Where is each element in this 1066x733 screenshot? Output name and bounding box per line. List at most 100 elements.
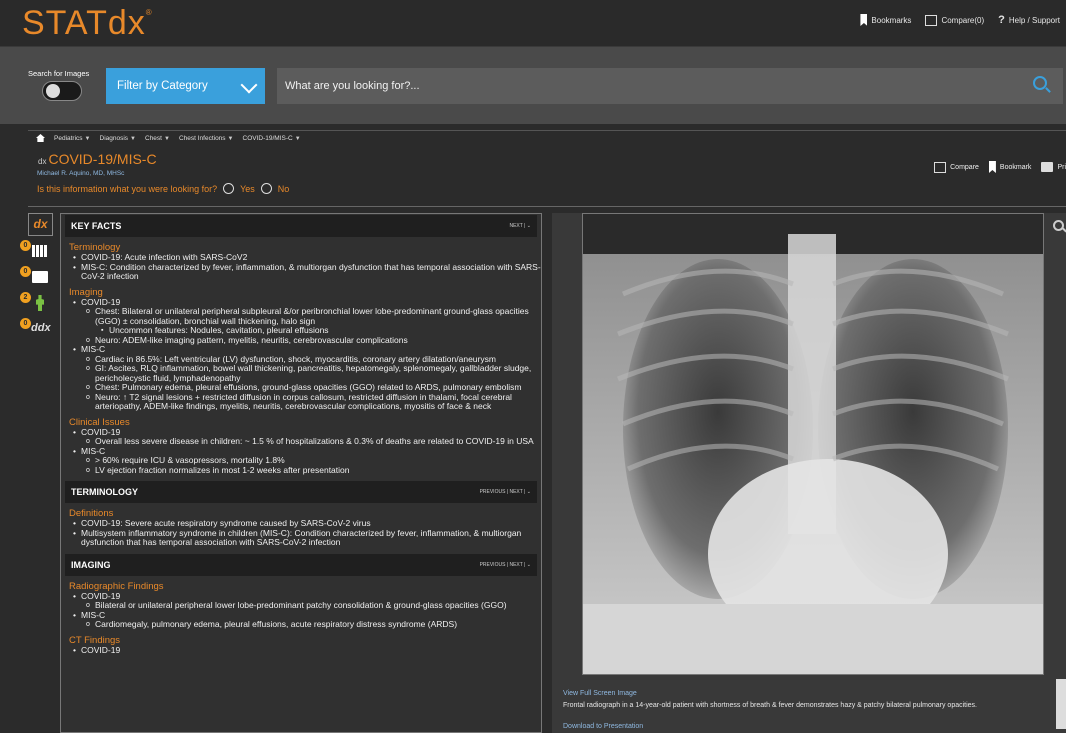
list-item: MIS-C Cardiomegaly, pulmonary edema, ple…	[73, 610, 541, 630]
page-title: dx COVID-19/MIS-C	[38, 151, 157, 167]
compare-label: Compare(0)	[941, 15, 985, 25]
section-nav[interactable]: PREVIOUS | NEXT | ⌄	[480, 562, 531, 568]
images-grid-tab[interactable]: 0	[20, 240, 54, 263]
badge: 0	[20, 266, 31, 277]
bookmarks-link[interactable]: Bookmarks	[860, 14, 911, 26]
print-icon	[1041, 162, 1054, 172]
header-divider	[28, 206, 1066, 207]
compare-button[interactable]: Compare	[934, 161, 979, 173]
breadcrumb-pediatrics[interactable]: Pediatrics ▼	[54, 135, 91, 142]
no-radio[interactable]	[260, 183, 272, 194]
compare-icon	[925, 14, 938, 26]
list-item: COVID-19 Bilateral or unilateral periphe…	[73, 591, 541, 611]
bookmarks-label: Bookmarks	[871, 15, 912, 25]
zoom-icon[interactable]	[1053, 220, 1064, 231]
chest-radiograph-image[interactable]	[582, 213, 1044, 675]
cases-tab[interactable]: 0	[20, 266, 54, 289]
image-caption: Frontal radiograph in a 14-year-old pati…	[563, 702, 977, 709]
help-icon: ?	[998, 14, 1005, 26]
top-nav: Bookmarks Compare(0) ? Help / Support	[860, 14, 1060, 26]
author-link[interactable]: Michael R. Aquino, MD, MHSc	[37, 170, 124, 177]
toggle-knob	[46, 84, 60, 98]
imaging-title: IMAGING	[71, 559, 111, 570]
list-item: Multisystem inflammatory syndrome in chi…	[73, 528, 541, 548]
list-item: MIS-C: Condition characterized by fever,…	[73, 262, 541, 282]
list-item: MIS-C Cardiac in 86.5%: Left ventricular…	[73, 344, 541, 412]
bullet-list: COVID-19 Overall less severe disease in …	[73, 427, 541, 476]
subheading: CT Findings	[69, 634, 121, 646]
subheading: Clinical Issues	[69, 416, 130, 428]
bookmark-icon	[988, 161, 996, 173]
breadcrumb-covid[interactable]: COVID-19/MIS-C ▼	[243, 135, 301, 142]
list-item: Neuro: ADEM-like imaging pattern, myelit…	[86, 335, 541, 346]
section-nav[interactable]: PREVIOUS | NEXT | ⌄	[480, 489, 531, 495]
feedback-question-text: Is this information what you were lookin…	[37, 183, 218, 194]
subheading: Imaging	[69, 286, 103, 298]
list-item: COVID-19 Overall less severe disease in …	[73, 427, 541, 447]
filter-category-dropdown[interactable]: Filter by Category	[106, 68, 265, 104]
filter-category-label: Filter by Category	[117, 80, 208, 92]
anatomy-tab[interactable]: 2	[20, 292, 54, 315]
radiograph-illustration	[583, 214, 1043, 674]
bullet-list: COVID-19: Severe acute respiratory syndr…	[73, 518, 541, 548]
home-icon[interactable]	[36, 134, 45, 142]
compare-link[interactable]: Compare(0)	[925, 14, 985, 26]
bullet-list: COVID-19 Chest: Bilateral or unilateral …	[73, 297, 541, 412]
list-item: Overall less severe disease in children:…	[86, 436, 541, 447]
print-button[interactable]: Pri	[1041, 162, 1066, 172]
search-icon[interactable]	[1033, 76, 1047, 90]
view-full-screen-link[interactable]: View Full Screen Image	[563, 690, 637, 697]
bookmark-icon	[860, 14, 868, 26]
search-placeholder: What are you looking for?...	[285, 80, 420, 92]
section-nav[interactable]: NEXT | ⌄	[509, 223, 531, 229]
help-label: Help / Support	[1008, 15, 1060, 25]
content-panel[interactable]: KEY FACTS NEXT | ⌄ Terminology COVID-19:…	[60, 213, 542, 733]
bullet-list: COVID-19 Bilateral or unilateral periphe…	[73, 591, 541, 630]
badge: 2	[20, 292, 31, 303]
download-presentation-link[interactable]: Download to Presentation	[563, 723, 643, 730]
terminology-title: TERMINOLOGY	[71, 487, 138, 497]
topic-actions: Compare Bookmark Pri	[934, 161, 1066, 173]
search-images-label: Search for Images	[28, 69, 90, 78]
dx-icon: dx	[38, 157, 47, 166]
search-input[interactable]: What are you looking for?...	[277, 68, 1063, 104]
breadcrumb: Pediatrics ▼ Diagnosis ▼ Chest ▼ Chest Infe…	[36, 134, 301, 142]
subheading: Radiographic Findings	[69, 580, 164, 592]
list-item: LV ejection fraction normalizes in most …	[86, 465, 541, 476]
ddx-icon: ddx	[31, 322, 51, 334]
bullet-list: COVID-19	[73, 645, 541, 656]
search-bar: Search for Images Filter by Category Wha…	[0, 46, 1066, 124]
key-facts-header: KEY FACTS NEXT | ⌄	[65, 215, 537, 237]
list-item: Cardiomegaly, pulmonary edema, pleural e…	[86, 619, 541, 630]
topic-header: Pediatrics ▼ Diagnosis ▼ Chest ▼ Chest Infe…	[28, 130, 1066, 206]
key-facts-title: KEY FACTS	[71, 221, 122, 231]
list-item: Chest: Bilateral or unilateral periphera…	[86, 306, 541, 336]
list-item: GI: Ascites, RLQ inflammation, bowel wal…	[86, 363, 541, 383]
yes-radio[interactable]	[223, 183, 235, 194]
no-label[interactable]: No	[278, 184, 290, 194]
person-icon	[36, 295, 44, 311]
ddx-tab[interactable]: 0 ddx	[20, 318, 54, 341]
badge: 0	[20, 318, 31, 329]
help-support-link[interactable]: ? Help / Support	[998, 14, 1060, 26]
list-item: Neuro: ↑ T2 signal lesions + restricted …	[86, 392, 541, 412]
list-item: Bilateral or unilateral peripheral lower…	[86, 600, 541, 611]
breadcrumb-chest-infections[interactable]: Chest Infections ▼	[179, 135, 234, 142]
list-item: COVID-19 Chest: Bilateral or unilateral …	[73, 297, 541, 346]
breadcrumb-diagnosis[interactable]: Diagnosis ▼	[100, 135, 137, 142]
yes-label[interactable]: Yes	[240, 184, 255, 194]
list-item: MIS-C > 60% require ICU & vasopressors, …	[73, 446, 541, 476]
bookmark-button[interactable]: Bookmark	[988, 161, 1031, 173]
bullet-list: COVID-19: Acute infection with SARS-CoV2…	[73, 252, 541, 282]
statdx-logo[interactable]: STATdx®	[22, 4, 153, 43]
breadcrumb-chest[interactable]: Chest ▼	[145, 135, 170, 142]
compare-icon	[934, 161, 947, 173]
dx-tab[interactable]: dx	[28, 213, 53, 236]
list-item: COVID-19	[73, 645, 541, 656]
search-images-toggle[interactable]	[42, 81, 82, 101]
feedback-question: Is this information what you were lookin…	[37, 183, 289, 194]
image-panel: View Full Screen Image Frontal radiograp…	[552, 213, 1066, 733]
terminology-header: TERMINOLOGY PREVIOUS | NEXT | ⌄	[65, 481, 537, 503]
imaging-header: IMAGING PREVIOUS | NEXT | ⌄	[65, 553, 537, 576]
scrollbar[interactable]	[1056, 679, 1066, 729]
